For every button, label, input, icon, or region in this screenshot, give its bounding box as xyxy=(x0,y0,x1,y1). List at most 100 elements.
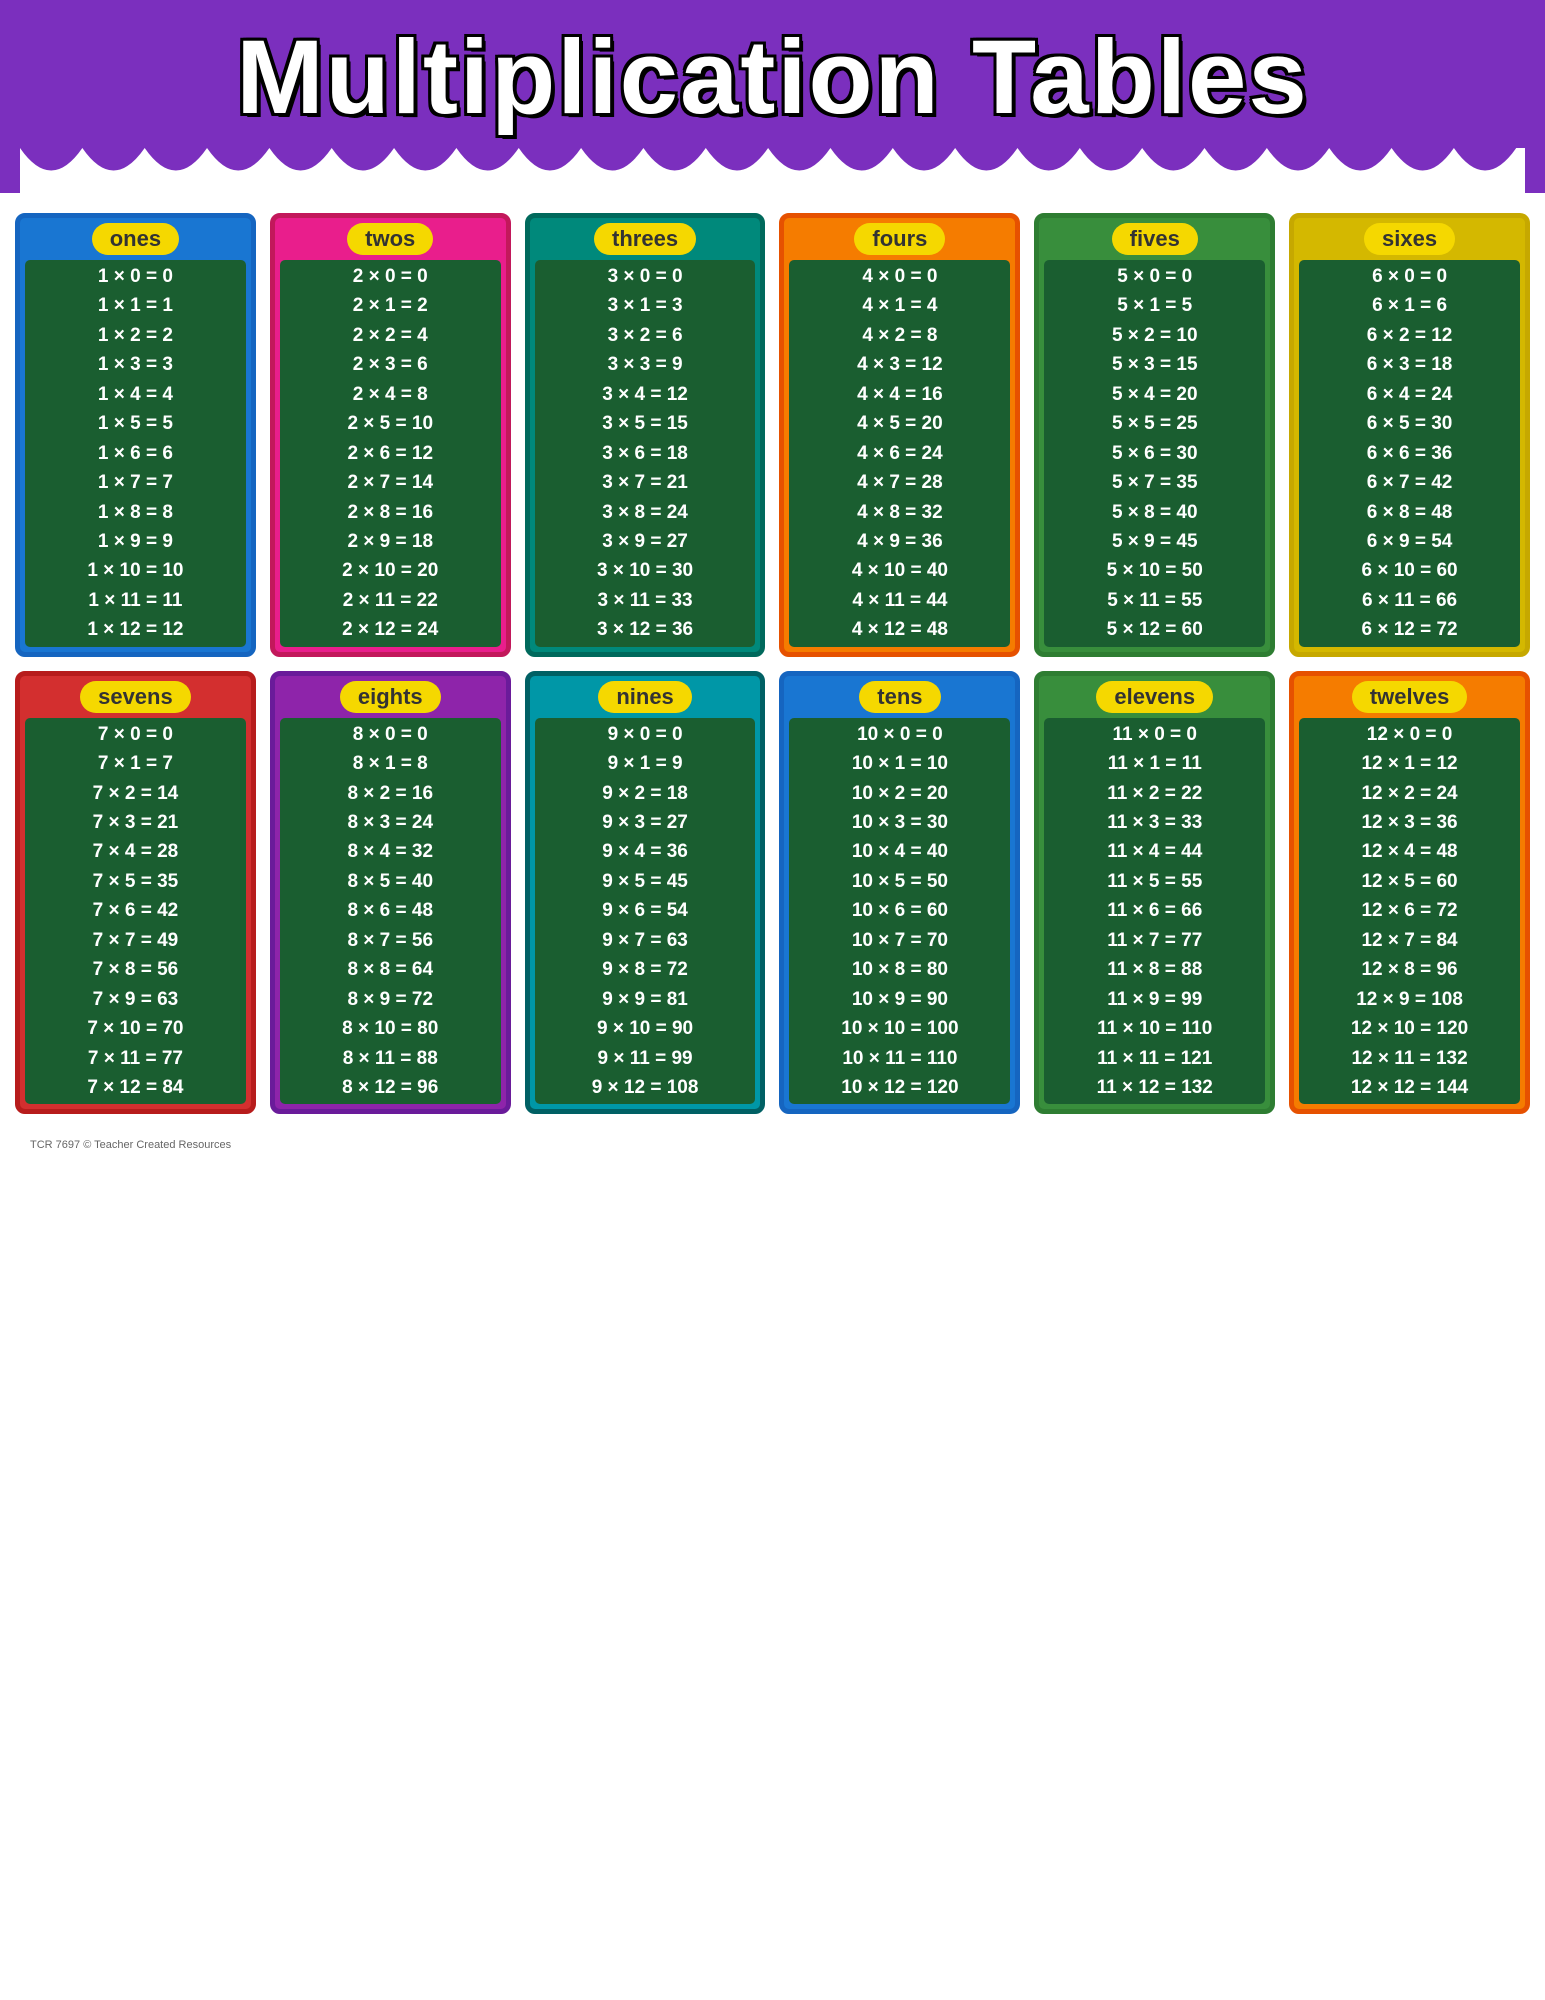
table-row: 5 × 6 = 30 xyxy=(1048,439,1261,468)
table-row: 3 × 10 = 30 xyxy=(539,556,752,585)
table-row: 4 × 0 = 0 xyxy=(793,262,1006,291)
table-row: 1 × 10 = 10 xyxy=(29,556,242,585)
table-card-ones: ones 1 × 0 = 01 × 1 = 11 × 2 = 21 × 3 = 3… xyxy=(15,213,256,657)
table-row: 4 × 10 = 40 xyxy=(793,556,1006,585)
table-row: 1 × 1 = 1 xyxy=(29,291,242,320)
table-label-fours: fours xyxy=(854,223,945,255)
table-row: 8 × 11 = 88 xyxy=(284,1044,497,1073)
table-row: 6 × 4 = 24 xyxy=(1303,380,1516,409)
table-row: 5 × 5 = 25 xyxy=(1048,409,1261,438)
table-inner-elevens: 11 × 0 = 011 × 1 = 1111 × 2 = 2211 × 3 =… xyxy=(1044,718,1265,1105)
table-row: 7 × 9 = 63 xyxy=(29,985,242,1014)
table-row: 5 × 4 = 20 xyxy=(1048,380,1261,409)
table-row: 3 × 2 = 6 xyxy=(539,321,752,350)
table-card-twelves: twelves12 × 0 = 012 × 1 = 1212 × 2 = 241… xyxy=(1289,671,1530,1115)
table-row: 4 × 3 = 12 xyxy=(793,350,1006,379)
table-row: 6 × 2 = 12 xyxy=(1303,321,1516,350)
table-row: 8 × 4 = 32 xyxy=(284,837,497,866)
table-row: 1 × 0 = 0 xyxy=(29,262,242,291)
page-wrapper: Multiplication Tables ones1 × 0 = 01 × 1… xyxy=(0,0,1545,2000)
table-row: 4 × 2 = 8 xyxy=(793,321,1006,350)
table-row: 11 × 12 = 132 xyxy=(1048,1073,1261,1102)
table-row: 6 × 9 = 54 xyxy=(1303,527,1516,556)
table-row: 1 × 4 = 4 xyxy=(29,380,242,409)
table-row: 2 × 9 = 18 xyxy=(284,527,497,556)
table-row: 1 × 5 = 5 xyxy=(29,409,242,438)
table-row: 8 × 7 = 56 xyxy=(284,926,497,955)
table-row: 3 × 12 = 36 xyxy=(539,615,752,644)
table-label-threes: threes xyxy=(594,223,696,255)
table-row: 12 × 11 = 132 xyxy=(1303,1044,1516,1073)
table-row: 10 × 6 = 60 xyxy=(793,896,1006,925)
table-row: 2 × 11 = 22 xyxy=(284,586,497,615)
table-card-threes: threes3 × 0 = 03 × 1 = 33 × 2 = 63 × 3 =… xyxy=(525,213,766,657)
table-label-sevens: sevens xyxy=(80,681,191,713)
table-row: 4 × 1 = 4 xyxy=(793,291,1006,320)
table-row: 10 × 1 = 10 xyxy=(793,749,1006,778)
table-row: 12 × 12 = 144 xyxy=(1303,1073,1516,1102)
table-label-twos: twos xyxy=(347,223,433,255)
table-row: 3 × 3 = 9 xyxy=(539,350,752,379)
table-row: 9 × 8 = 72 xyxy=(539,955,752,984)
table-inner-sevens: 7 × 0 = 07 × 1 = 77 × 2 = 147 × 3 = 217 … xyxy=(25,718,246,1105)
table-row: 4 × 8 = 32 xyxy=(793,498,1006,527)
scallop-decoration xyxy=(20,148,1525,193)
table-row: 9 × 2 = 18 xyxy=(539,779,752,808)
table-row: 1 × 11 = 11 xyxy=(29,586,242,615)
table-row: 2 × 0 = 0 xyxy=(284,262,497,291)
table-row: 3 × 11 = 33 xyxy=(539,586,752,615)
table-card-tens: tens10 × 0 = 010 × 1 = 1010 × 2 = 2010 ×… xyxy=(779,671,1020,1115)
footer-credit: TCR 7697 © Teacher Created Resources xyxy=(15,1134,1530,1156)
table-card-nines: nines9 × 0 = 09 × 1 = 99 × 2 = 189 × 3 =… xyxy=(525,671,766,1115)
table-card-sevens: sevens 7 × 0 = 07 × 1 = 77 × 2 = 147 × 3 … xyxy=(15,671,256,1115)
table-row: 9 × 5 = 45 xyxy=(539,867,752,896)
table-row: 8 × 0 = 0 xyxy=(284,720,497,749)
table-row: 4 × 7 = 28 xyxy=(793,468,1006,497)
table-card-elevens: elevens11 × 0 = 011 × 1 = 1111 × 2 = 221… xyxy=(1034,671,1275,1115)
table-row: 9 × 9 = 81 xyxy=(539,985,752,1014)
table-label-eights: eights xyxy=(340,681,441,713)
table-row: 9 × 12 = 108 xyxy=(539,1073,752,1102)
table-row: 7 × 1 = 7 xyxy=(29,749,242,778)
table-row: 12 × 6 = 72 xyxy=(1303,896,1516,925)
table-row: 12 × 9 = 108 xyxy=(1303,985,1516,1014)
table-row: 5 × 8 = 40 xyxy=(1048,498,1261,527)
table-row: 6 × 8 = 48 xyxy=(1303,498,1516,527)
table-row: 12 × 5 = 60 xyxy=(1303,867,1516,896)
table-row: 12 × 8 = 96 xyxy=(1303,955,1516,984)
table-inner-tens: 10 × 0 = 010 × 1 = 1010 × 2 = 2010 × 3 =… xyxy=(789,718,1010,1105)
table-row: 10 × 10 = 100 xyxy=(793,1014,1006,1043)
table-row: 11 × 10 = 110 xyxy=(1048,1014,1261,1043)
table-row: 12 × 10 = 120 xyxy=(1303,1014,1516,1043)
table-row: 2 × 1 = 2 xyxy=(284,291,497,320)
table-inner-ones: 1 × 0 = 01 × 1 = 11 × 2 = 21 × 3 = 31 × … xyxy=(25,260,246,647)
table-row: 11 × 3 = 33 xyxy=(1048,808,1261,837)
table-row: 8 × 6 = 48 xyxy=(284,896,497,925)
table-row: 9 × 7 = 63 xyxy=(539,926,752,955)
table-card-eights: eights8 × 0 = 08 × 1 = 88 × 2 = 168 × 3 … xyxy=(270,671,511,1115)
table-row: 10 × 5 = 50 xyxy=(793,867,1006,896)
table-row: 11 × 0 = 0 xyxy=(1048,720,1261,749)
table-card-sixes: sixes6 × 0 = 06 × 1 = 66 × 2 = 126 × 3 =… xyxy=(1289,213,1530,657)
table-row: 11 × 2 = 22 xyxy=(1048,779,1261,808)
table-row: 3 × 0 = 0 xyxy=(539,262,752,291)
table-row: 4 × 9 = 36 xyxy=(793,527,1006,556)
table-row: 5 × 2 = 10 xyxy=(1048,321,1261,350)
table-row: 7 × 0 = 0 xyxy=(29,720,242,749)
table-row: 8 × 2 = 16 xyxy=(284,779,497,808)
table-row: 9 × 3 = 27 xyxy=(539,808,752,837)
table-row: 12 × 3 = 36 xyxy=(1303,808,1516,837)
table-row: 10 × 11 = 110 xyxy=(793,1044,1006,1073)
table-row: 1 × 12 = 12 xyxy=(29,615,242,644)
table-row: 6 × 12 = 72 xyxy=(1303,615,1516,644)
table-row: 8 × 8 = 64 xyxy=(284,955,497,984)
table-row: 10 × 3 = 30 xyxy=(793,808,1006,837)
table-label-fives: fives xyxy=(1112,223,1198,255)
table-row: 2 × 12 = 24 xyxy=(284,615,497,644)
table-row: 7 × 4 = 28 xyxy=(29,837,242,866)
table-row: 7 × 12 = 84 xyxy=(29,1073,242,1102)
table-row: 11 × 4 = 44 xyxy=(1048,837,1261,866)
table-row: 4 × 11 = 44 xyxy=(793,586,1006,615)
table-label-ones: ones xyxy=(92,223,179,255)
table-row: 10 × 8 = 80 xyxy=(793,955,1006,984)
